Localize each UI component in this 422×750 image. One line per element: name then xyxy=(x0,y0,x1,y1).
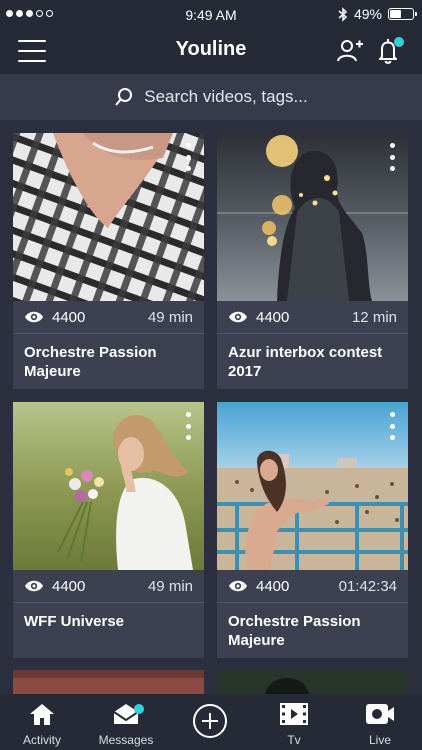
eye-icon xyxy=(25,580,43,592)
video-title[interactable]: Orchestre Passion Majeure xyxy=(228,612,398,650)
video-thumbnail[interactable] xyxy=(217,133,408,301)
tab-label: Tv xyxy=(287,733,301,747)
video-meta: 4400 49 min xyxy=(13,570,204,603)
battery-icon xyxy=(388,8,417,20)
search-input[interactable]: Search videos, tags... xyxy=(144,87,307,107)
tab-add[interactable] xyxy=(168,694,252,750)
add-user-icon[interactable] xyxy=(336,36,364,66)
more-options-button[interactable] xyxy=(388,412,396,440)
video-thumbnail[interactable] xyxy=(13,670,204,694)
tab-label: Activity xyxy=(22,733,61,747)
tab-live[interactable]: Live xyxy=(338,694,422,750)
view-count: 4400 xyxy=(52,308,86,326)
view-count: 4400 xyxy=(256,577,290,595)
message-badge xyxy=(134,704,144,714)
video-camera-icon xyxy=(366,704,394,724)
video-title[interactable]: Orchestre Passion Majeure xyxy=(24,343,194,381)
video-thumbnail[interactable] xyxy=(13,133,204,301)
tab-messages[interactable]: Messages xyxy=(84,694,168,750)
video-meta: 4400 49 min xyxy=(13,301,204,334)
eye-icon xyxy=(25,311,43,323)
video-title[interactable]: Azur interbox contest 2017 xyxy=(228,343,398,381)
battery-percent: 49% xyxy=(353,6,382,22)
search-bar[interactable]: Search videos, tags... xyxy=(0,74,422,120)
video-thumbnail[interactable] xyxy=(217,670,408,694)
notification-badge xyxy=(394,37,404,47)
video-duration: 49 min xyxy=(147,308,193,326)
tab-activity[interactable]: Activity xyxy=(0,694,84,750)
home-icon xyxy=(30,704,54,725)
app-header: Youline xyxy=(0,30,422,74)
more-options-button[interactable] xyxy=(388,143,396,171)
video-card[interactable]: 4400 01:42:34 Orchestre Passion Majeure xyxy=(217,402,408,658)
video-duration: 01:42:34 xyxy=(338,577,397,595)
video-card[interactable]: 4400 12 min Azur interbox contest 2017 xyxy=(217,133,408,389)
status-bar: 9:49 AM 49% xyxy=(0,0,422,30)
video-thumbnail[interactable] xyxy=(217,402,408,570)
video-title[interactable]: WFF Universe xyxy=(24,612,194,631)
video-card[interactable] xyxy=(13,670,204,694)
bluetooth-icon xyxy=(338,6,348,22)
video-duration: 49 min xyxy=(147,577,193,595)
video-meta: 4400 01:42:34 xyxy=(217,570,408,603)
view-count: 4400 xyxy=(256,308,290,326)
eye-icon xyxy=(229,580,247,592)
video-thumbnail[interactable] xyxy=(13,402,204,570)
video-card[interactable] xyxy=(217,670,408,694)
tab-label: Live xyxy=(368,733,391,747)
add-circle-icon xyxy=(193,704,227,738)
more-options-button[interactable] xyxy=(184,143,192,171)
video-card[interactable]: 4400 49 min Orchestre Passion Majeure xyxy=(13,133,204,389)
video-meta: 4400 12 min xyxy=(217,301,408,334)
view-count: 4400 xyxy=(52,577,86,595)
tab-label: Messages xyxy=(98,733,154,747)
more-options-button[interactable] xyxy=(184,412,192,440)
bottom-tab-bar: Activity Messages Tv Live xyxy=(0,694,422,750)
eye-icon xyxy=(229,311,247,323)
video-card[interactable]: 4400 49 min WFF Universe xyxy=(13,402,204,658)
video-duration: 12 min xyxy=(351,308,397,326)
tab-tv[interactable]: Tv xyxy=(252,694,336,750)
film-icon xyxy=(280,703,308,725)
search-icon xyxy=(115,88,133,106)
